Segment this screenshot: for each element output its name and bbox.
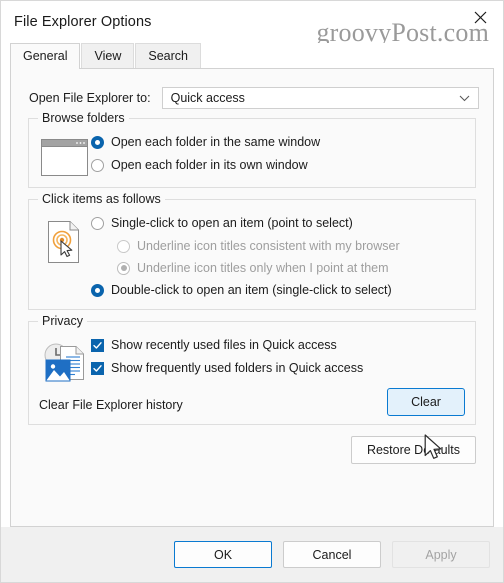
- window-preview-icon: [39, 133, 91, 177]
- tab-strip: General View Search: [1, 43, 503, 69]
- click-items-options: Single-click to open an item (point to s…: [91, 214, 465, 299]
- tab-search[interactable]: Search: [135, 43, 201, 68]
- dialog-footer: OK Cancel Apply: [1, 527, 503, 582]
- restore-defaults-button[interactable]: Restore Defaults: [351, 436, 476, 464]
- radio-underline-point: Underline icon titles only when I point …: [117, 261, 465, 275]
- file-explorer-options-dialog: File Explorer Options groovyPost.com Gen…: [0, 0, 504, 583]
- option-label: Open each folder in the same window: [111, 135, 321, 149]
- browse-folders-options: Open each folder in the same window Open…: [91, 133, 465, 174]
- restore-defaults-row: Restore Defaults: [25, 436, 479, 464]
- checkbox-indicator: [91, 361, 104, 375]
- open-to-dropdown[interactable]: Quick access: [161, 87, 479, 109]
- radio-indicator: [91, 283, 104, 297]
- radio-indicator: [91, 216, 104, 230]
- recent-files-photo-icon: [39, 336, 91, 384]
- radio-double-click[interactable]: Double-click to open an item (single-cli…: [91, 283, 465, 297]
- tab-view[interactable]: View: [81, 43, 135, 68]
- option-label: Single-click to open an item (point to s…: [111, 216, 353, 230]
- ok-button[interactable]: OK: [174, 541, 272, 568]
- radio-indicator: [117, 239, 130, 253]
- option-label: Double-click to open an item (single-cli…: [111, 283, 392, 297]
- privacy-options: Show recently used files in Quick access…: [91, 336, 465, 377]
- clear-history-label: Clear File Explorer history: [39, 398, 183, 412]
- option-label: Show frequently used folders in Quick ac…: [111, 361, 364, 375]
- open-file-explorer-to-row: Open File Explorer to: Quick access: [29, 87, 479, 109]
- radio-same-window[interactable]: Open each folder in the same window: [91, 135, 465, 149]
- open-to-label: Open File Explorer to:: [29, 91, 151, 105]
- checkbox-frequent-folders[interactable]: Show frequently used folders in Quick ac…: [91, 361, 465, 375]
- tab-panel-general: Open File Explorer to: Quick access Brow…: [10, 68, 494, 527]
- radio-indicator: [117, 261, 130, 275]
- click-items-group: Click items as follows Single-click to o…: [28, 192, 476, 310]
- radio-single-click[interactable]: Single-click to open an item (point to s…: [91, 216, 465, 230]
- checkbox-indicator: [91, 338, 104, 352]
- apply-button: Apply: [392, 541, 490, 568]
- privacy-legend: Privacy: [38, 314, 87, 329]
- close-button[interactable]: [458, 1, 503, 33]
- privacy-group: Privacy Show recently used files in Quic…: [28, 314, 476, 425]
- tab-general[interactable]: General: [10, 43, 81, 69]
- option-label: Underline icon titles only when I point …: [137, 261, 389, 275]
- click-items-legend: Click items as follows: [38, 192, 165, 207]
- clear-button[interactable]: Clear: [387, 388, 465, 416]
- radio-indicator: [91, 135, 104, 149]
- radio-indicator: [91, 158, 104, 172]
- open-to-value: Quick access: [170, 91, 245, 105]
- chevron-down-icon: [459, 91, 470, 105]
- browse-folders-legend: Browse folders: [38, 111, 129, 126]
- cancel-button[interactable]: Cancel: [283, 541, 381, 568]
- close-x-icon: [474, 11, 487, 24]
- browse-folders-group: Browse folders Open each folder in the s…: [28, 111, 476, 188]
- option-label: Open each folder in its own window: [111, 158, 308, 172]
- checkbox-recent-files[interactable]: Show recently used files in Quick access: [91, 338, 465, 352]
- radio-own-window[interactable]: Open each folder in its own window: [91, 158, 465, 172]
- option-label: Underline icon titles consistent with my…: [137, 239, 400, 253]
- title-bar: File Explorer Options groovyPost.com: [1, 1, 503, 47]
- radio-underline-consistent: Underline icon titles consistent with my…: [117, 239, 465, 253]
- page-title: File Explorer Options: [14, 14, 152, 30]
- document-click-cursor-icon: [39, 214, 91, 264]
- option-label: Show recently used files in Quick access: [111, 338, 337, 352]
